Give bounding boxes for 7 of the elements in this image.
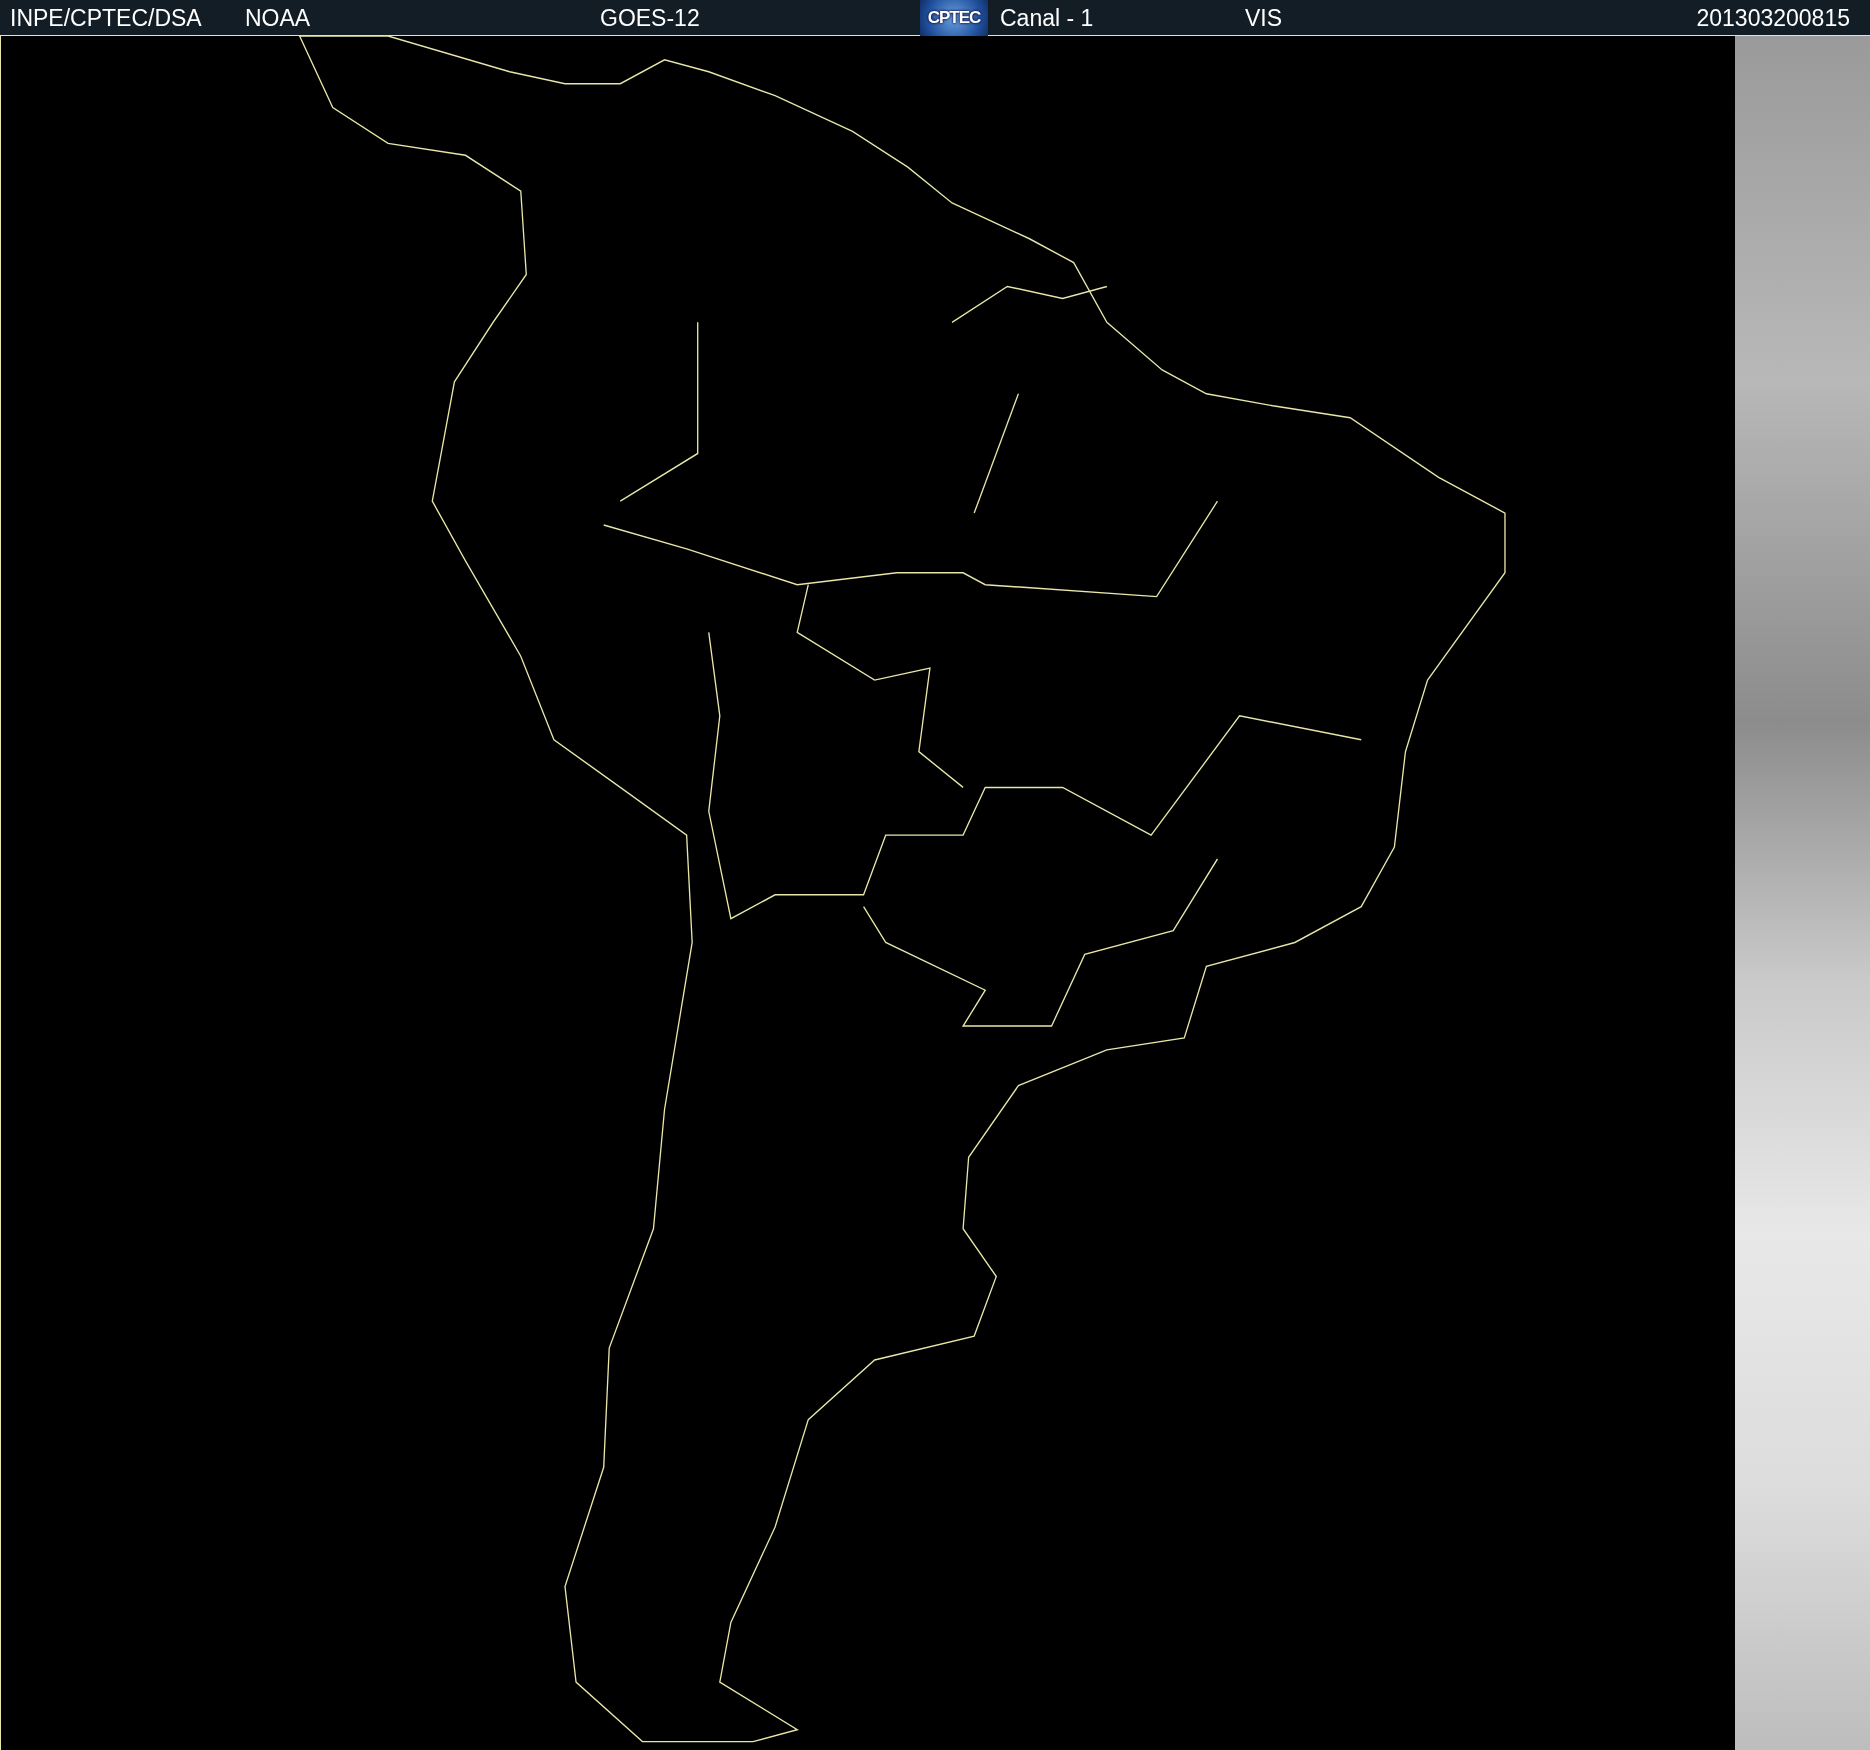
header-label: Canal - 1 bbox=[1000, 4, 1094, 32]
logo: CPTEC bbox=[920, 0, 988, 36]
header-label: VIS bbox=[1245, 4, 1283, 32]
header-label: 201303200815 bbox=[1696, 4, 1851, 32]
header-label: INPE/CPTEC/DSA bbox=[10, 4, 202, 32]
header-label: NOAA bbox=[245, 4, 311, 32]
header-label: GOES-12 bbox=[600, 4, 700, 32]
